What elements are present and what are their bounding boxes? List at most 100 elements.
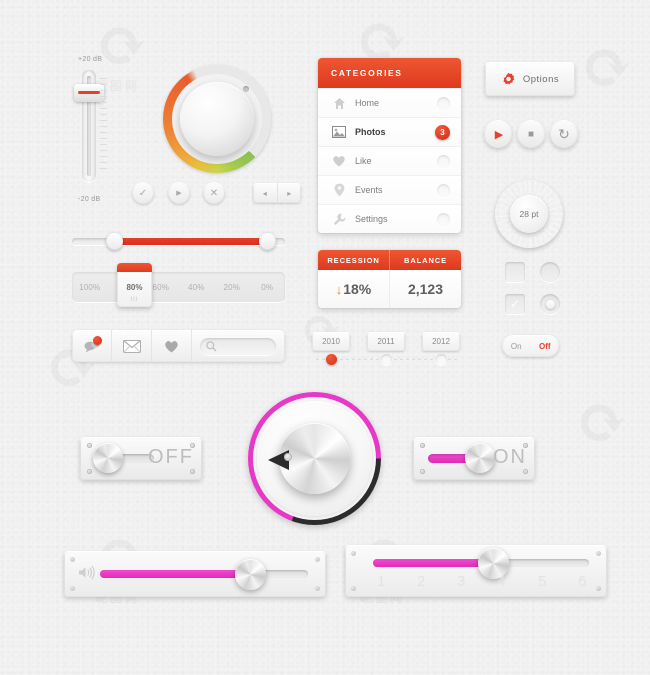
stats-body: ↓ 18% 2,123: [318, 270, 461, 308]
year-dot-2010[interactable]: [326, 354, 337, 365]
screw-icon: [70, 557, 75, 562]
photo-icon: [329, 126, 349, 138]
percent-step[interactable]: 100%: [72, 283, 108, 292]
sidebar-item-home[interactable]: Home: [318, 88, 461, 117]
switch-knob[interactable]: [465, 443, 495, 473]
play-icon: ▶: [494, 128, 504, 141]
search-input[interactable]: [200, 337, 276, 355]
screw-icon: [351, 551, 356, 556]
checkbox-checked[interactable]: ✓: [505, 294, 525, 314]
item-toggle[interactable]: [437, 154, 450, 168]
volume-fill: [100, 570, 250, 578]
like-button[interactable]: [152, 330, 192, 362]
sidebar-item-events[interactable]: Events: [318, 175, 461, 204]
confirm-button[interactable]: ✓: [132, 182, 154, 204]
close-icon: ✕: [209, 187, 219, 199]
fader-min-label: -20 dB: [78, 196, 101, 203]
speaker-icon: [78, 565, 95, 583]
switch-label: OFF: [148, 446, 194, 468]
radio-unselected[interactable]: [540, 262, 560, 282]
red-range-slider[interactable]: [72, 232, 285, 250]
item-toggle[interactable]: [437, 96, 450, 110]
icon-toolbar[interactable]: [72, 330, 285, 362]
watermark: ⟳: [580, 30, 634, 105]
onoff-toggle[interactable]: On Off: [502, 335, 559, 357]
chevron-left-icon: ◂: [262, 188, 267, 198]
options-label: Options: [522, 73, 560, 85]
search-icon: [206, 340, 217, 351]
ui-kit-canvas: ⟳昵图网 ⟳昵图网 ⟳ ⟳ ⟳ ⟳ ⟳昵图网 ⟳昵图网 +20 dB -20 d…: [0, 0, 650, 675]
play-button[interactable]: ▶: [484, 120, 512, 148]
sidebar-item-label: Settings: [355, 214, 388, 224]
cancel-button[interactable]: ✕: [203, 182, 225, 204]
check-icon: ✓: [509, 297, 521, 311]
mail-button[interactable]: [112, 330, 152, 362]
step-tick-label: 3: [457, 573, 466, 590]
fader-ticks: [100, 78, 110, 176]
sidebar-item-photos[interactable]: Photos 3: [318, 117, 461, 146]
volume-knob[interactable]: [235, 559, 266, 590]
range-handle-right[interactable]: [259, 233, 277, 250]
step-tick-label: 1: [377, 573, 386, 590]
master-rotary-knob[interactable]: [248, 392, 381, 525]
prev-button[interactable]: ◂: [253, 183, 278, 203]
notification-badge: [93, 336, 102, 345]
prev-next-stepper[interactable]: ◂ ▸: [253, 183, 301, 203]
orange-rotary-knob[interactable]: [163, 65, 271, 173]
radio-selected[interactable]: [540, 294, 560, 314]
sidebar-item-label: Home: [355, 98, 380, 108]
toggle-switch-on[interactable]: ON: [413, 437, 535, 480]
vertical-fader[interactable]: +20 dB -20 dB: [70, 56, 126, 206]
stats-column-header: RECESSION: [318, 250, 390, 270]
mail-icon: [122, 339, 141, 353]
options-button[interactable]: Options: [485, 62, 575, 96]
percent-step[interactable]: 20%: [214, 283, 250, 292]
percent-step[interactable]: 0%: [250, 283, 286, 292]
knob-cap[interactable]: [180, 82, 254, 156]
step-tick-label: 2: [417, 573, 426, 590]
range-fill: [114, 238, 268, 245]
stats-column-header: BALANCE: [404, 255, 447, 265]
item-toggle[interactable]: [437, 212, 450, 226]
stop-button[interactable]: ■: [517, 120, 545, 148]
refresh-button[interactable]: ↻: [550, 120, 578, 148]
switch-knob[interactable]: [93, 443, 123, 473]
percent-scale[interactable]: 100% 80% 60% 40% 20% 0% 80% III: [72, 263, 286, 307]
knob-screw: [284, 453, 292, 461]
sidebar-item-settings[interactable]: Settings: [318, 204, 461, 233]
sidebar-item-label: Photos: [355, 127, 386, 137]
percent-step[interactable]: 40%: [179, 283, 215, 292]
range-handle-left[interactable]: [106, 233, 124, 250]
fader-handle-line: [78, 91, 100, 94]
segmented-knob[interactable]: 28 pt: [495, 180, 563, 248]
sidebar-item-label: Like: [355, 156, 372, 166]
step-slider[interactable]: 1 2 3 4 5 6: [345, 545, 607, 597]
screw-icon: [315, 557, 320, 562]
year-dot-2012[interactable]: [436, 354, 447, 365]
percent-selected-handle[interactable]: 80% III: [117, 263, 152, 307]
volume-slider[interactable]: [64, 551, 326, 597]
year-chip-2011[interactable]: 2011: [367, 332, 405, 351]
toggle-off-label[interactable]: Off: [531, 342, 560, 351]
pin-icon: [329, 183, 349, 197]
chat-button[interactable]: [72, 330, 112, 362]
item-toggle[interactable]: [437, 183, 450, 197]
year-chip-2012[interactable]: 2012: [422, 332, 460, 351]
screw-icon: [596, 551, 601, 556]
sidebar-item-like[interactable]: Like: [318, 146, 461, 175]
checkbox-unchecked[interactable]: [505, 262, 525, 282]
year-chip-2010[interactable]: 2010: [312, 332, 350, 351]
year-dot-2011[interactable]: [381, 354, 392, 365]
screw-icon: [523, 469, 528, 474]
percent-selected-value: 80%: [126, 282, 143, 292]
toggle-switch-off[interactable]: OFF: [80, 437, 202, 480]
knob-value-label: 28 pt: [519, 209, 539, 219]
knob-face[interactable]: 28 pt: [510, 195, 548, 233]
screw-icon: [190, 469, 195, 474]
toggle-on-label[interactable]: On: [502, 342, 531, 351]
screw-icon: [87, 469, 92, 474]
stats-header: RECESSION BALANCE: [318, 250, 461, 270]
item-badge: 3: [435, 124, 450, 140]
play-small-button[interactable]: ▶: [168, 182, 190, 204]
next-button[interactable]: ▸: [278, 183, 302, 203]
